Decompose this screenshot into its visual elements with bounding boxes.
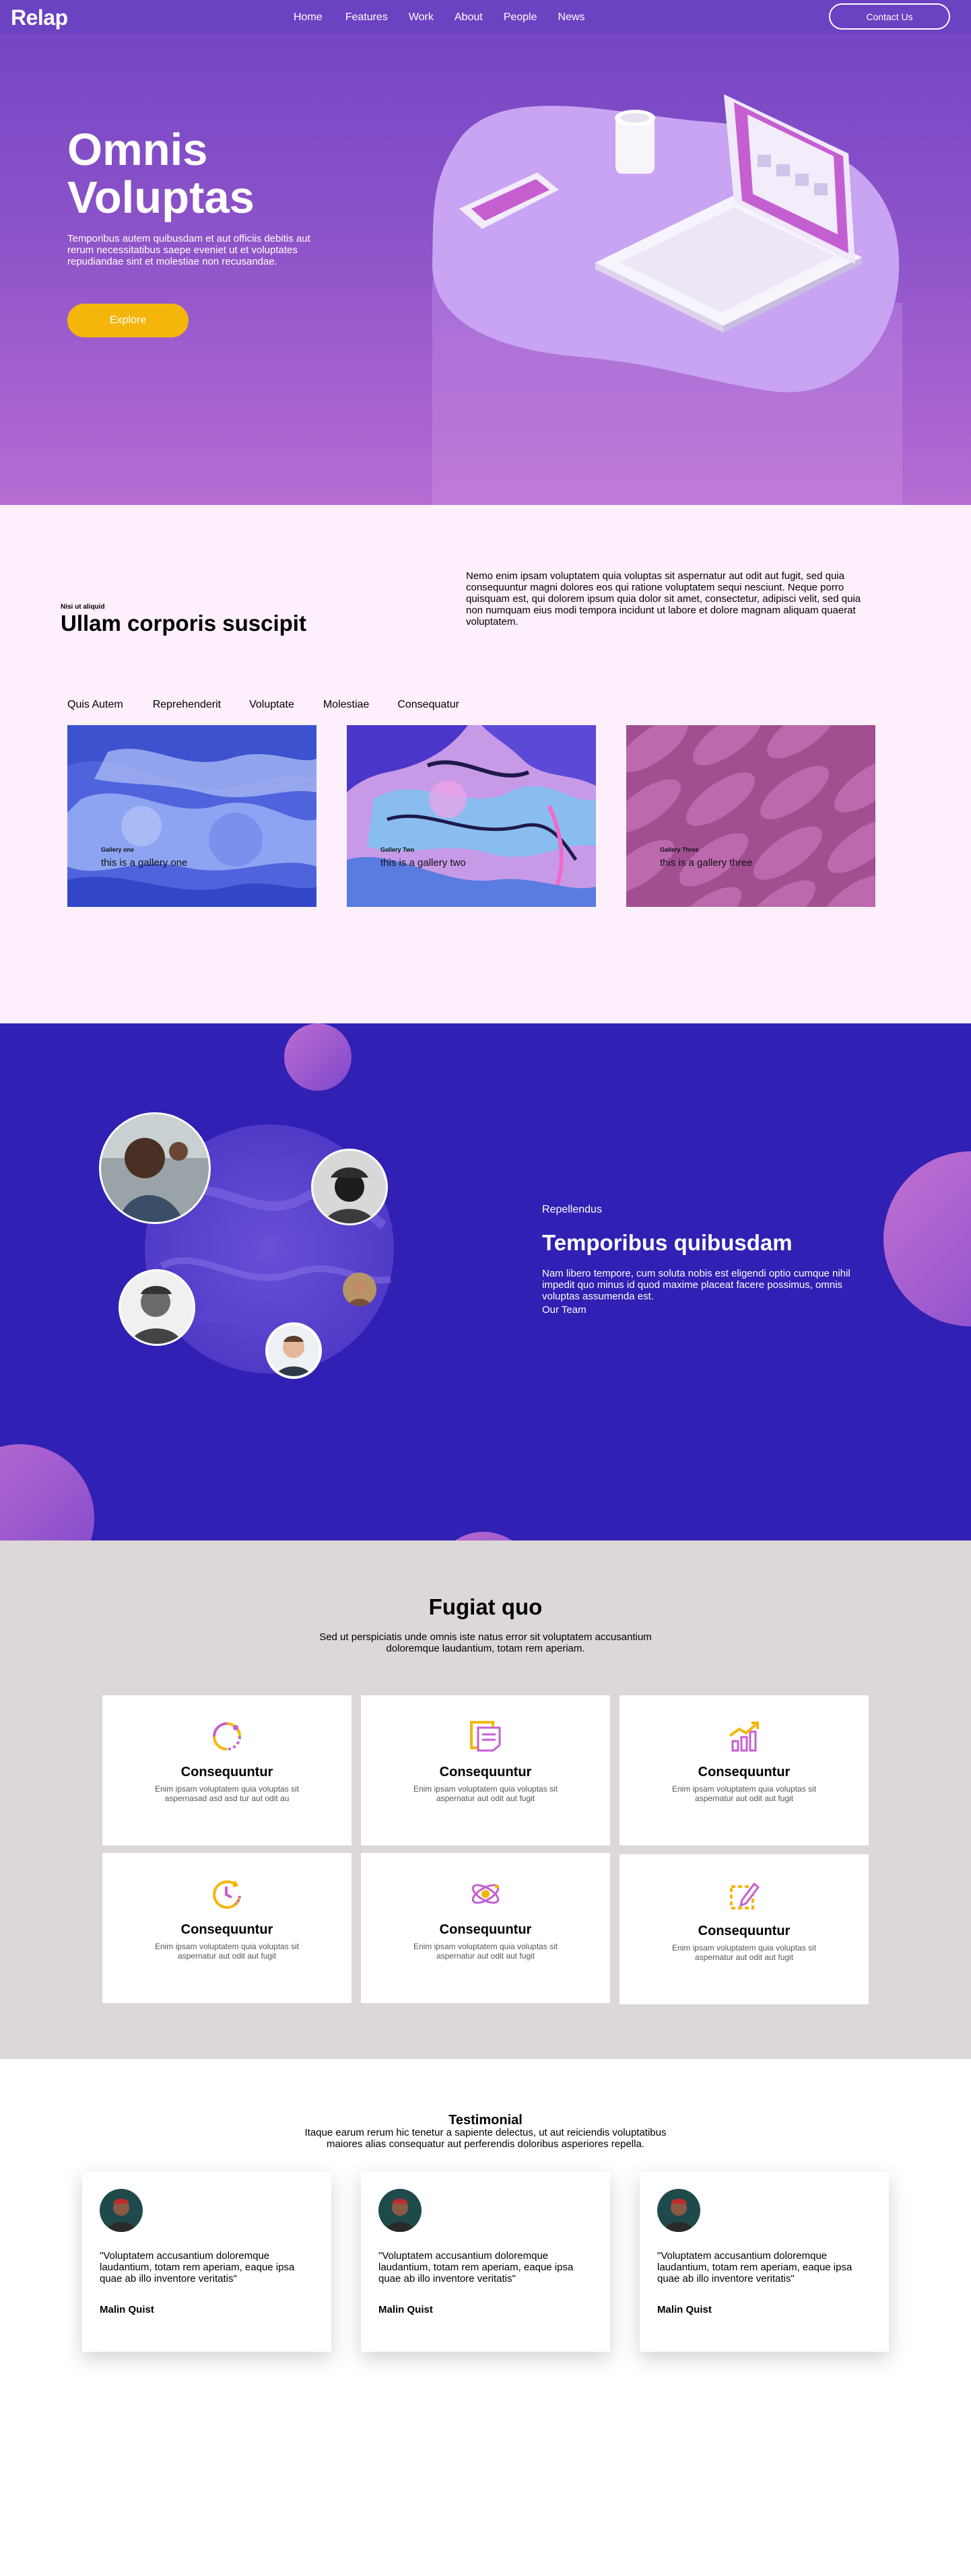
feature-card[interactable]: Consequuntur Enim ipsam voluptatem quia … — [620, 1854, 869, 2004]
hero-title: Omnis Voluptas — [67, 126, 337, 222]
main-menu: Home Features Work About People News — [294, 11, 585, 24]
cup-illustration — [615, 110, 655, 174]
sync-icon — [213, 1722, 241, 1751]
features-title: Fugiat quo — [428, 1594, 543, 1619]
gallery-caption-three: Gallery Three this is a gallery three — [660, 846, 753, 869]
gallery-image-two — [347, 725, 596, 907]
avatar — [100, 2189, 143, 2232]
testimonial-name: Malin Quist — [657, 2304, 712, 2315]
team-paragraph: Nam libero tempore, cum soluta nobis est… — [542, 1268, 850, 1302]
document-icon — [470, 1721, 501, 1752]
feature-card[interactable]: Consequuntur Enim ipsam voluptatem quia … — [102, 1695, 351, 1845]
gallery-label-one: Gallery one — [101, 846, 135, 853]
nav-home[interactable]: Home — [294, 11, 323, 24]
team-title: Temporibus quibusdam — [542, 1230, 793, 1255]
gallery-text-two: this is a gallery two — [380, 857, 466, 869]
logo[interactable]: Relap — [11, 5, 68, 30]
gallery-tabs: Quis Autem Reprehenderit Voluptate Moles… — [67, 699, 459, 711]
nav-features[interactable]: Features — [345, 11, 388, 24]
chart-icon — [729, 1722, 759, 1752]
explore-button[interactable]: Explore — [67, 304, 189, 337]
our-team-link[interactable]: Our Team — [542, 1304, 587, 1316]
nav-people[interactable]: People — [504, 11, 537, 24]
feature-card[interactable]: Consequuntur Enim ipsam voluptatem quia … — [361, 1853, 610, 2003]
contact-button[interactable]: Contact Us — [829, 3, 950, 30]
gallery-section: Nisi ut aliquid Ullam corporis suscipit … — [0, 505, 971, 1023]
hero-title-line1: Omnis — [67, 125, 208, 175]
gallery-text-one: this is a gallery one — [101, 857, 188, 869]
gallery-card-two[interactable]: Gallery Two this is a gallery two — [347, 725, 596, 907]
testimonial-quote: "Voluptatem accusantium doloremque lauda… — [378, 2250, 574, 2284]
top-nav: Relap Home Features Work About People Ne… — [0, 0, 971, 34]
gallery-card-one[interactable]: Gallery one this is a gallery one — [67, 725, 316, 907]
team-eyebrow: Repellendus — [542, 1204, 602, 1215]
feature-card[interactable]: Consequuntur Enim ipsam voluptatem quia … — [361, 1695, 610, 1845]
hero-illustration — [432, 94, 902, 505]
feature-desc: Enim ipsam voluptatem quia voluptas sit … — [671, 1784, 817, 1803]
tab-molestiae[interactable]: Molestiae — [323, 699, 369, 711]
team-avatar-woman[interactable] — [98, 1111, 212, 1225]
features-subtitle: Sed ut perspiciatis unde omnis iste natu… — [319, 1631, 652, 1654]
feature-desc: Enim ipsam voluptatem quia voluptas sit … — [154, 1942, 300, 1961]
feature-desc: Enim ipsam voluptatem quia voluptas sit … — [154, 1784, 300, 1803]
team-avatar-man-smile[interactable] — [265, 1322, 323, 1380]
team-avatar-small[interactable] — [342, 1272, 377, 1307]
testimonial-card: "Voluptatem accusantium doloremque lauda… — [361, 2172, 610, 2352]
clock-icon — [213, 1880, 241, 1909]
tab-consequatur[interactable]: Consequatur — [397, 699, 459, 711]
tab-reprehenderit[interactable]: Reprehenderit — [153, 699, 221, 711]
hero-text: Temporibus autem quibusdam et aut offici… — [67, 233, 310, 267]
feature-title: Consequuntur — [180, 1922, 273, 1937]
gallery-text-three: this is a gallery three — [660, 857, 753, 869]
testimonial-card: "Voluptatem accusantium doloremque lauda… — [640, 2172, 889, 2352]
feature-card[interactable]: Consequuntur Enim ipsam voluptatem quia … — [620, 1695, 869, 1845]
gallery-caption-one: Gallery one this is a gallery one — [101, 846, 187, 869]
gallery-eyebrow: Nisi ut aliquid — [61, 603, 105, 611]
feature-title: Consequuntur — [698, 1765, 791, 1780]
feature-title: Consequuntur — [439, 1765, 532, 1780]
feature-desc: Enim ipsam voluptatem quia voluptas sit … — [671, 1943, 817, 1962]
tab-voluptate[interactable]: Voluptate — [249, 699, 294, 711]
testimonial-title: Testimonial — [448, 2113, 523, 2128]
edit-icon — [730, 1882, 760, 1909]
hero-section: Omnis Voluptas Temporibus autem quibusda… — [0, 0, 971, 505]
avatar — [378, 2189, 422, 2232]
testimonial-subtitle: Itaque earum rerum hic tenetur a sapient… — [304, 2127, 667, 2150]
hero-title-line2: Voluptas — [67, 172, 255, 223]
team-section: Repellendus Temporibus quibusdam Nam lib… — [0, 1023, 971, 1540]
testimonial-name: Malin Quist — [100, 2304, 154, 2315]
nav-work[interactable]: Work — [409, 11, 434, 24]
feature-desc: Enim ipsam voluptatem quia voluptas sit … — [413, 1784, 558, 1803]
team-avatar-man-bw[interactable] — [118, 1268, 196, 1347]
testimonial-quote: "Voluptatem accusantium doloremque lauda… — [100, 2250, 295, 2284]
tab-quis-autem[interactable]: Quis Autem — [67, 699, 123, 711]
feature-title: Consequuntur — [439, 1922, 532, 1937]
gallery-card-three[interactable]: Gallery Three this is a gallery three — [626, 725, 875, 907]
gallery-label-two: Gallery Two — [380, 846, 415, 853]
gallery-title: Ullam corporis suscipit — [61, 611, 306, 636]
gallery-caption-two: Gallery Two this is a gallery two — [380, 846, 466, 869]
team-avatar-man-hat[interactable] — [310, 1148, 389, 1226]
features-section: Fugiat quo Sed ut perspiciatis unde omni… — [0, 1540, 971, 2059]
atom-icon — [471, 1884, 500, 1904]
testimonial-card: "Voluptatem accusantium doloremque lauda… — [82, 2172, 331, 2352]
feature-desc: Enim ipsam voluptatem quia voluptas sit … — [413, 1942, 558, 1961]
nav-news[interactable]: News — [558, 11, 585, 24]
feature-title: Consequuntur — [180, 1765, 273, 1780]
testimonial-section: Testimonial Itaque earum rerum hic tenet… — [0, 2059, 971, 2576]
feature-card[interactable]: Consequuntur Enim ipsam voluptatem quia … — [102, 1853, 351, 2003]
testimonial-name: Malin Quist — [378, 2304, 433, 2315]
gallery-paragraph: Nemo enim ipsam voluptatem quia voluptas… — [466, 570, 861, 628]
gallery-label-three: Gallery Three — [660, 846, 699, 853]
gallery-image-one — [67, 725, 316, 907]
avatar — [657, 2189, 700, 2232]
testimonial-quote: "Voluptatem accusantium doloremque lauda… — [657, 2250, 852, 2284]
gallery-image-three — [626, 725, 875, 907]
feature-title: Consequuntur — [698, 1924, 791, 1938]
nav-about[interactable]: About — [455, 11, 483, 24]
